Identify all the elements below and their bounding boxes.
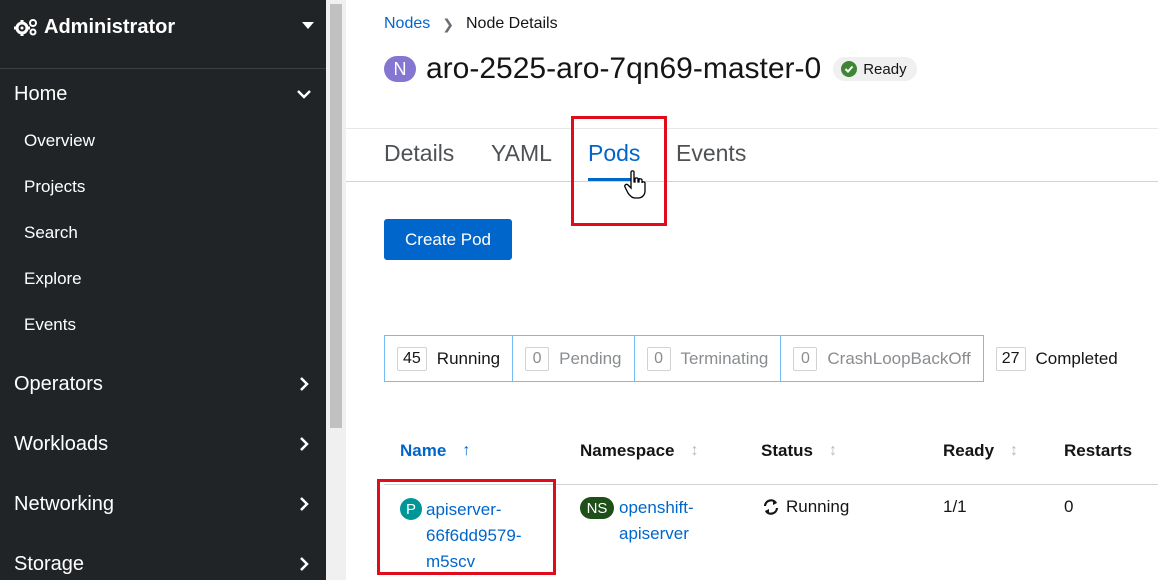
nav-section-label: Operators: [14, 372, 103, 395]
namespace-line: openshift-: [619, 498, 694, 517]
sidebar-item-overview[interactable]: Overview: [0, 123, 326, 159]
caret-down-icon: [302, 22, 314, 29]
breadcrumb: Nodes ❯ Node Details: [384, 15, 558, 33]
nav-section-workloads[interactable]: Workloads: [0, 422, 326, 466]
chevron-right-icon: [300, 377, 309, 391]
chevron-right-icon: [300, 557, 309, 571]
nav-section-label: Home: [14, 82, 68, 105]
sidebar-item-projects[interactable]: Projects: [0, 169, 326, 205]
chevron-right-icon: [300, 437, 309, 451]
pod-restarts: 0: [1064, 497, 1074, 516]
nav-section-home[interactable]: Home: [0, 72, 326, 116]
filter-count: 45: [397, 346, 427, 371]
tabs-divider: [346, 181, 1158, 182]
sidebar-divider: [0, 68, 326, 69]
tab-events[interactable]: Events: [676, 140, 746, 167]
sidebar-item-events[interactable]: Events: [0, 307, 326, 343]
sidebar: Administrator Home Overview Projects Sea…: [0, 0, 326, 580]
filter-completed[interactable]: 27 Completed: [984, 335, 1130, 382]
status-filter-bar: 45 Running 0 Pending 0 Terminating 0 Cra…: [384, 335, 1130, 382]
chevron-right-icon: [300, 497, 309, 511]
filter-crashloopbackoff[interactable]: 0 CrashLoopBackOff: [781, 335, 984, 382]
sort-icon: ↕: [690, 442, 699, 459]
filter-label: CrashLoopBackOff: [827, 348, 971, 368]
column-header-label: Ready: [943, 441, 995, 460]
scrollbar-thumb[interactable]: [330, 4, 342, 428]
sort-icon: ↕: [828, 442, 837, 459]
breadcrumb-separator-icon: ❯: [442, 15, 454, 32]
column-header-status[interactable]: Status ↕: [761, 441, 837, 461]
column-header-name[interactable]: Name ↑: [400, 441, 470, 461]
filter-label: Pending: [559, 348, 622, 368]
sidebar-item-search[interactable]: Search: [0, 215, 326, 251]
filter-pending[interactable]: 0 Pending: [513, 335, 635, 382]
breadcrumb-current: Node Details: [465, 15, 558, 32]
pod-status-text: Running: [786, 497, 850, 516]
node-kind-badge: N: [384, 56, 416, 82]
filter-running[interactable]: 45 Running: [384, 335, 514, 382]
highlight-box-pod-name: [377, 479, 556, 575]
sidebar-item-explore[interactable]: Explore: [0, 261, 326, 297]
chevron-down-icon: [297, 90, 311, 99]
sort-ascending-icon: ↑: [462, 442, 471, 459]
filter-count: 0: [793, 346, 818, 371]
page-header: N aro-2525-aro-7qn69-master-0 Ready: [384, 52, 917, 86]
pod-status: Running: [762, 497, 849, 517]
tab-details[interactable]: Details: [384, 140, 454, 167]
sort-icon: ↕: [1010, 442, 1019, 459]
filter-count: 27: [995, 346, 1026, 371]
column-header-label: Namespace: [580, 441, 675, 460]
check-circle-icon: [841, 61, 858, 77]
nav-section-label: Storage: [14, 552, 85, 575]
column-header-restarts[interactable]: Restarts: [1064, 441, 1132, 461]
namespace-line: apiserver: [619, 524, 689, 543]
sync-icon: [763, 499, 779, 515]
nav-section-operators[interactable]: Operators: [0, 362, 326, 406]
filter-count: 0: [525, 346, 550, 371]
pod-ready: 1/1: [943, 497, 967, 516]
filter-label: Running: [436, 348, 501, 368]
namespace-link[interactable]: openshift- apiserver: [619, 495, 694, 547]
nav-section-storage[interactable]: Storage: [0, 542, 326, 580]
nav-section-label: Workloads: [14, 432, 109, 455]
highlight-box-pods-tab: [571, 116, 667, 226]
create-pod-button[interactable]: Create Pod: [384, 219, 512, 260]
nav-section-label: Networking: [14, 492, 115, 515]
filter-terminating[interactable]: 0 Terminating: [634, 335, 782, 382]
filter-count: 0: [646, 346, 671, 371]
column-header-label: Name: [400, 441, 447, 460]
breadcrumb-link-nodes[interactable]: Nodes: [384, 15, 430, 33]
filter-label: Terminating: [680, 348, 769, 368]
status-badge: Ready: [833, 57, 917, 81]
column-header-label: Status: [761, 441, 813, 460]
header-divider: [346, 128, 1158, 129]
cogs-icon: [14, 19, 37, 36]
status-text: Ready: [863, 60, 907, 78]
filter-label: Completed: [1035, 348, 1118, 368]
namespace-badge: NS: [580, 497, 614, 519]
page-title: aro-2525-aro-7qn69-master-0: [426, 52, 822, 85]
sidebar-scrollbar[interactable]: [326, 0, 346, 580]
column-header-label: Restarts: [1064, 441, 1133, 460]
perspective-label: Administrator: [44, 15, 176, 38]
nav-section-networking[interactable]: Networking: [0, 482, 326, 526]
column-header-ready[interactable]: Ready ↕: [943, 441, 1018, 461]
column-header-namespace[interactable]: Namespace ↕: [580, 441, 699, 461]
perspective-switcher[interactable]: Administrator: [0, 0, 326, 54]
tab-yaml[interactable]: YAML: [491, 140, 552, 167]
